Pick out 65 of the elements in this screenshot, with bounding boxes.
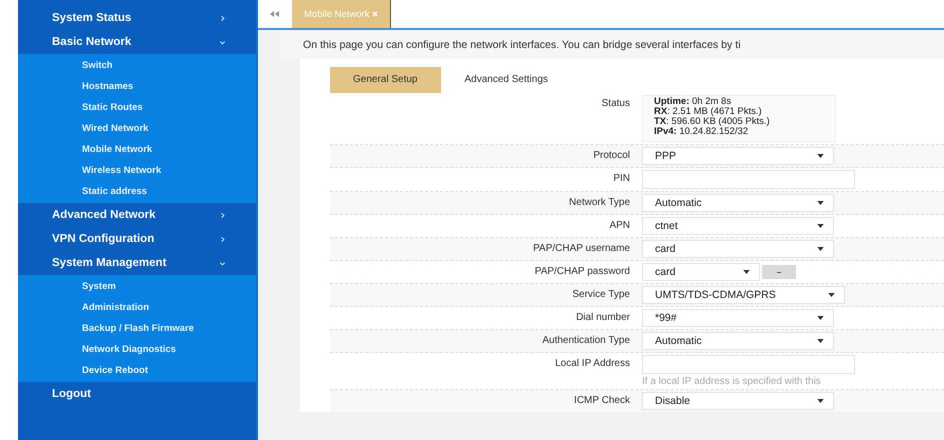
chevron-right-icon xyxy=(219,212,226,218)
collapse-icon[interactable] xyxy=(270,11,280,17)
submenu-item[interactable]: Network Diagnostics xyxy=(18,339,256,360)
settings-tab[interactable]: Advanced Settings xyxy=(440,67,572,93)
field-label: PAP/CHAP password xyxy=(534,265,631,279)
status-line: RX: 2.51 MB (4671 Pkts.) xyxy=(654,107,763,117)
field-label: APN xyxy=(608,219,631,233)
status-line: IPv4: 10.24.82.152/32 xyxy=(654,127,750,137)
input-field[interactable] xyxy=(642,170,855,189)
submenu-item[interactable]: Wireless Network xyxy=(18,160,256,181)
submenu-item[interactable]: Static Routes xyxy=(18,97,256,118)
status-line: Uptime: 0h 2m 8s xyxy=(654,97,732,107)
status-line: TX: 596.60 KB (4005 Pkts.) xyxy=(654,117,771,127)
field-label: PIN xyxy=(612,172,631,186)
settings-tab[interactable]: General Setup xyxy=(330,67,440,93)
caret-icon xyxy=(817,201,824,205)
sidebar-item[interactable]: Logout xyxy=(18,382,256,406)
dropdown[interactable]: UMTS/TDS-CDMA/GPRS xyxy=(642,286,845,304)
sidebar-item[interactable]: System Status xyxy=(18,6,256,30)
field-label: Network Type xyxy=(568,196,631,210)
caret-icon xyxy=(817,224,824,228)
submenu-item[interactable]: Mobile Network xyxy=(18,139,256,160)
field-label: Authentication Type xyxy=(541,334,631,348)
chevron-right-icon xyxy=(219,236,226,242)
dropdown[interactable]: Automatic xyxy=(642,332,834,350)
submenu-item[interactable]: Static address xyxy=(18,181,256,202)
field-label: ICMP Check xyxy=(573,394,631,408)
chevron-down-icon xyxy=(219,38,226,46)
sidebar-item[interactable]: Advanced Network xyxy=(18,203,256,227)
field-label: Service Type xyxy=(571,288,631,302)
dropdown[interactable]: Automatic xyxy=(642,194,834,212)
caret-icon xyxy=(817,316,824,320)
dropdown[interactable]: Disable xyxy=(642,392,834,410)
caret-icon xyxy=(817,154,824,158)
submenu-item[interactable]: Hostnames xyxy=(18,76,256,97)
field-label: Status xyxy=(600,97,631,111)
field-label: Dial number xyxy=(575,311,631,325)
submenu-item[interactable]: Wired Network xyxy=(18,118,256,139)
submenu-item[interactable]: Backup / Flash Firmware xyxy=(18,318,256,339)
dropdown[interactable]: PPP xyxy=(642,147,834,165)
sidebar-item[interactable]: Basic Network xyxy=(18,30,256,54)
caret-icon xyxy=(828,293,835,297)
caret-icon xyxy=(743,270,750,274)
submenu-item[interactable]: Switch xyxy=(18,55,256,76)
field-label: Protocol xyxy=(592,149,631,163)
sidebar-item[interactable]: System Management xyxy=(18,251,256,275)
input-field[interactable] xyxy=(642,355,855,374)
caret-icon xyxy=(817,247,824,251)
caret-icon xyxy=(817,399,824,403)
dropdown[interactable]: card xyxy=(642,263,760,281)
dropdown[interactable]: ctnet xyxy=(642,217,834,235)
dropdown[interactable]: *99# xyxy=(642,309,834,327)
field-label: Local IP Address xyxy=(554,357,631,371)
close-icon[interactable] xyxy=(372,11,378,17)
small-button[interactable] xyxy=(762,265,796,279)
submenu-item[interactable]: System xyxy=(18,276,256,297)
chevron-down-icon xyxy=(219,260,226,266)
submenu-item[interactable]: Device Reboot xyxy=(18,360,256,381)
field-hint: If a local IP address is specified with this xyxy=(642,375,822,387)
field-label: PAP/CHAP username xyxy=(532,242,631,256)
sidebar-item[interactable]: VPN Configuration xyxy=(18,227,256,251)
dropdown[interactable]: card xyxy=(642,240,834,258)
chevron-right-icon xyxy=(219,14,226,22)
caret-icon xyxy=(817,339,824,343)
submenu-item[interactable]: Administration xyxy=(18,297,256,318)
